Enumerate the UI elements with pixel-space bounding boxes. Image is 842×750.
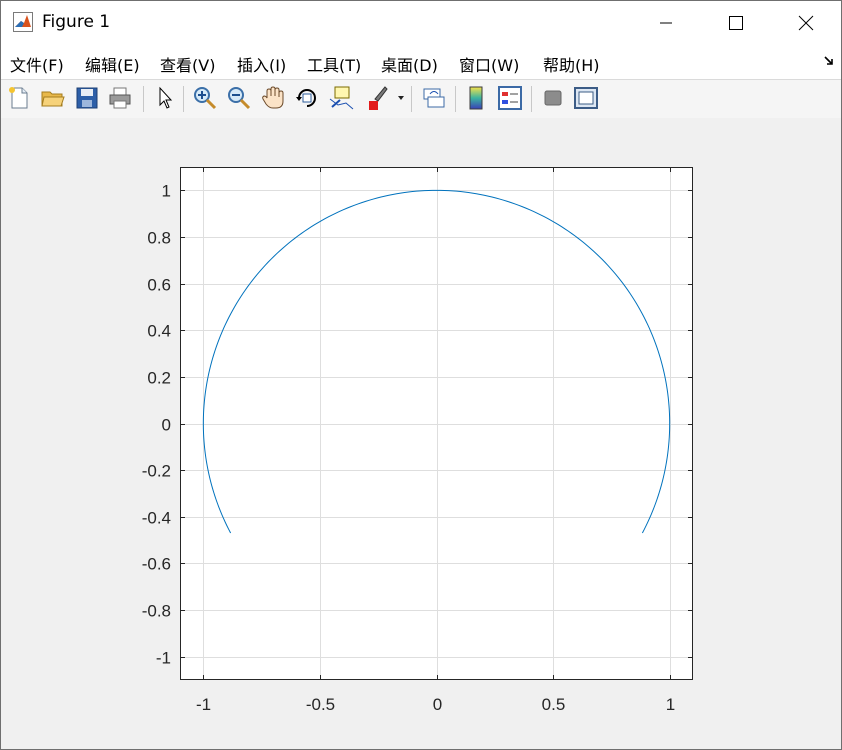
maximize-icon [729,16,743,30]
x-tick-label: 0.5 [542,695,566,714]
save-icon[interactable] [74,85,100,111]
legend-icon[interactable] [497,85,523,111]
close-icon [798,15,814,31]
brush-dropdown-icon[interactable] [397,95,405,101]
toolbar-separator [455,86,456,112]
menu-edit[interactable]: 编辑(E) [85,52,140,76]
rotate-3d-icon[interactable] [294,85,320,111]
title-bar[interactable]: Figure 1 [1,1,841,45]
y-tick-label: -0.4 [142,509,171,528]
new-figure-icon[interactable] [6,85,32,111]
data-cursor-icon[interactable] [328,85,354,111]
menu-file[interactable]: 文件(F) [10,52,64,76]
y-tick-label: -0.6 [142,555,171,574]
edit-plot-arrow-icon[interactable] [152,85,178,111]
menu-window[interactable]: 窗口(W) [459,52,519,76]
y-tick-label: -1 [156,649,171,668]
axes-plot[interactable]: -1 -0.5 0 0.5 1 1 0.8 0.6 0.4 0.2 0 -0.2 -0.4 -0.6 -0… [1,118,841,749]
toolbar-separator [183,86,184,112]
y-tick-labels: 1 0.8 0.6 0.4 0.2 0 -0.2 -0.4 -0.6 -0.8 -1 [142,182,171,668]
y-tick-label: 0.8 [147,229,171,248]
toolbar-separator [143,86,144,112]
y-tick-label: 0 [162,416,171,435]
menu-desktop[interactable]: 桌面(D) [381,52,438,76]
x-tick-label: -0.5 [306,695,335,714]
y-tick-label: -0.8 [142,602,171,621]
dock-figure-icon[interactable] [823,55,835,67]
open-file-icon[interactable] [40,85,66,111]
minimize-button[interactable] [631,1,701,45]
x-tick-label: -1 [196,695,211,714]
link-plot-icon[interactable] [420,85,446,111]
pan-hand-icon[interactable] [260,85,286,111]
menu-tools[interactable]: 工具(T) [307,52,361,76]
brush-icon[interactable] [363,85,389,111]
x-tick-labels: -1 -0.5 0 0.5 1 [196,695,675,714]
show-plot-tools-icon[interactable] [573,85,599,111]
menu-help[interactable]: 帮助(H) [543,52,600,76]
colorbar-icon[interactable] [463,85,489,111]
window-title: Figure 1 [42,12,111,32]
y-tick-label: 1 [162,182,171,201]
menu-insert[interactable]: 插入(I) [237,52,286,76]
x-tick-label: 1 [666,695,675,714]
maximize-button[interactable] [701,1,771,45]
figure-window: Figure 1 文件(F) 编辑(E) 查看(V) 插入(I) 工具(T) 桌… [0,0,842,750]
y-tick-label: -0.2 [142,462,171,481]
figure-toolbar [1,79,841,119]
menu-view[interactable]: 查看(V) [160,52,215,76]
toolbar-separator [531,86,532,112]
menu-bar: 文件(F) 编辑(E) 查看(V) 插入(I) 工具(T) 桌面(D) 窗口(W… [1,45,841,79]
y-tick-label: 0.2 [147,369,171,388]
zoom-in-icon[interactable] [192,85,218,111]
axes-background [180,167,693,680]
close-button[interactable] [771,1,841,45]
zoom-out-icon[interactable] [226,85,252,111]
y-tick-label: 0.6 [147,276,171,295]
hide-plot-tools-icon[interactable] [540,85,566,111]
x-tick-label: 0 [433,695,442,714]
print-icon[interactable] [107,85,133,111]
y-tick-label: 0.4 [147,322,171,341]
figure-canvas: -1 -0.5 0 0.5 1 1 0.8 0.6 0.4 0.2 0 -0.2 -0.4 -0.6 -0… [1,118,841,749]
toolbar-separator [411,86,412,112]
matlab-logo-icon [13,12,33,32]
minimize-icon [660,22,672,24]
